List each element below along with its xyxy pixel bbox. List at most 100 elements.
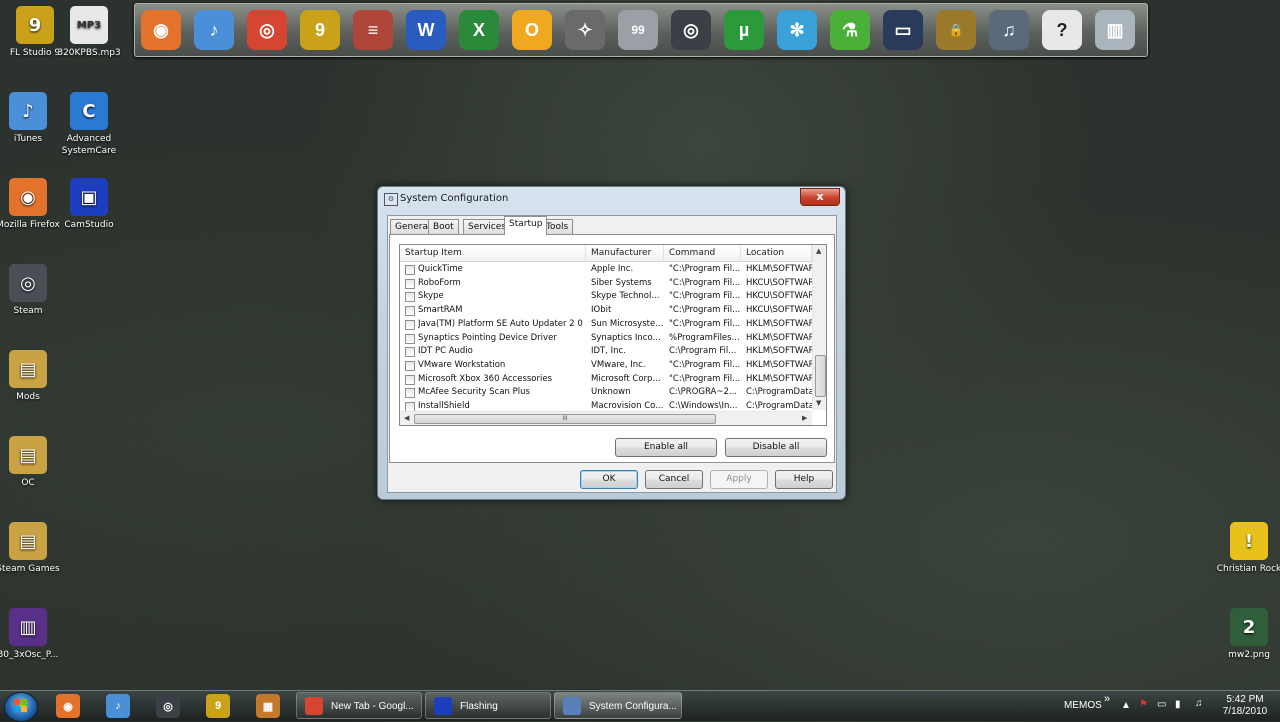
startup-item-checkbox[interactable] [405,265,415,275]
show-hidden-icons-icon[interactable]: ▲ [1121,700,1131,711]
taskbar-button[interactable]: New Tab - Googl... [296,692,422,719]
desktop-icon[interactable]: ▤ Mods [0,350,63,403]
scroll-right-arrow-icon[interactable]: ▶ [802,414,807,422]
column-header-command[interactable]: Command [664,245,741,261]
taskbar-button[interactable]: Flashing [425,692,551,719]
cell-item: IDT PC Audio [418,346,473,357]
dock-monitor-icon[interactable]: ▭ [883,10,923,50]
desktop-icon[interactable]: ▤ Steam Games [0,522,63,575]
dock-utorrent-icon[interactable]: µ [724,10,764,50]
cell-item: McAfee Security Scan Plus [418,387,530,398]
tab-boot[interactable]: Boot [428,219,459,235]
start-button[interactable] [4,692,38,722]
horizontal-scrollbar[interactable]: ◀ III ▶ [400,411,812,425]
dock-compass-icon[interactable]: ✧ [565,10,605,50]
taskbar-steam-icon[interactable]: ◎ [156,694,180,718]
startup-item-checkbox[interactable] [405,388,415,399]
tab-startup[interactable]: Startup [504,216,548,235]
startup-item-row[interactable]: Microsoft Xbox 360 Accessories Microsoft … [400,373,812,387]
action-center-icon[interactable]: ⚑ [1139,699,1148,710]
cell-manufacturer: Siber Systems [591,277,652,288]
network-icon[interactable]: ▮ [1175,699,1181,710]
dock-archive-books-icon[interactable]: ≡ [353,10,393,50]
desktop-icon[interactable]: C Advanced SystemCare [54,92,124,157]
cell-manufacturer: IDT, Inc. [591,346,626,357]
startup-item-row[interactable]: Java(TM) Platform SE Auto Updater 2 0 Sun… [400,318,812,332]
enable-all-button[interactable]: Enable all [615,438,717,457]
vertical-scroll-thumb[interactable] [815,355,826,397]
chevron-icon[interactable]: » [1104,693,1110,705]
startup-item-checkbox[interactable] [405,306,415,317]
window-title: System Configuration [400,193,509,204]
taskbar-fl-studio-icon[interactable]: 9 [206,694,230,718]
taskbar-puzzle-app-icon[interactable]: ▦ [256,694,280,718]
vertical-scrollbar[interactable]: ▲ ▼ [812,245,826,410]
apply-button[interactable]: Apply [710,470,768,489]
volume-icon[interactable]: ♫ [1195,698,1203,709]
disable-all-button[interactable]: Disable all [725,438,827,457]
cell-manufacturer: Sun Microsyste... [591,318,663,329]
dock-fl-studio-icon[interactable]: 9 [300,10,340,50]
desktop-icon[interactable]: MP3 320KPBS.mp3 [54,6,124,59]
desktop-icon[interactable]: 2 mw2.png [1214,608,1280,661]
startup-item-checkbox[interactable] [405,347,415,358]
close-button[interactable]: x [800,188,840,206]
startup-item-row[interactable]: Skype Skype Technol... "C:\Program Fil... H… [400,290,812,304]
dock-flask-icon[interactable]: ⚗ [830,10,870,50]
dock-excel-icon[interactable]: X [459,10,499,50]
dock-padlock-icon[interactable]: 🔒 [936,10,976,50]
startup-item-checkbox[interactable] [405,374,415,385]
startup-item-row[interactable]: QuickTime Apple Inc. "C:\Program Fil... HKL… [400,263,812,277]
dock-music-note-icon[interactable]: ♫ [989,10,1029,50]
scroll-down-arrow-icon[interactable]: ▼ [816,399,821,407]
column-header-startup-item[interactable]: Startup Item [400,245,586,261]
desktop-icon[interactable]: ▣ CamStudio [54,178,124,231]
dock-firefox-icon[interactable]: ◉ [141,10,181,50]
startup-item-checkbox[interactable] [405,319,415,330]
help-button[interactable]: Help [775,470,833,489]
scroll-up-arrow-icon[interactable]: ▲ [816,247,821,255]
desktop-icon[interactable]: ◎ Steam [0,264,63,317]
steam-icon: ◎ [9,264,47,302]
dock-snowflake-icon[interactable]: ✻ [777,10,817,50]
dock-itunes-icon[interactable]: ♪ [194,10,234,50]
startup-item-checkbox[interactable] [405,360,415,371]
startup-item-row[interactable]: McAfee Security Scan Plus Unknown C:\PROGR… [400,386,812,400]
dock-help-icon[interactable]: ? [1042,10,1082,50]
startup-item-row[interactable]: VMware Workstation VMware, Inc. "C:\Progra… [400,359,812,373]
cell-manufacturer: VMware, Inc. [591,359,646,370]
cell-item: Skype [418,291,444,302]
dock-word-icon[interactable]: W [406,10,446,50]
scroll-left-arrow-icon[interactable]: ◀ [404,414,409,422]
chrome-icon [305,697,323,715]
memos-toolbar[interactable]: MEMOS [1064,700,1102,711]
desktop-icon[interactable]: ▥ 30_3xOsc_P... [0,608,63,661]
dock-steam-icon[interactable]: ◎ [671,10,711,50]
ok-button[interactable]: OK [580,470,638,489]
taskbar-button-label: New Tab - Googl... [331,701,414,712]
startup-item-checkbox[interactable] [405,278,415,289]
startup-items-list[interactable]: Startup Item Manufacturer Command Locati… [399,244,827,426]
startup-item-row[interactable]: IDT PC Audio IDT, Inc. C:\Program Fil... HK… [400,345,812,359]
dock-outlook-icon[interactable]: O [512,10,552,50]
cancel-button[interactable]: Cancel [645,470,703,489]
startup-item-row[interactable]: Synaptics Pointing Device Driver Synaptic… [400,332,812,346]
startup-item-row[interactable]: RoboForm Siber Systems "C:\Program Fil... H… [400,277,812,291]
desktop-icon-label: OC [21,478,35,488]
column-header-location[interactable]: Location [741,245,812,261]
dock-monitor-99-icon[interactable]: 99 [618,10,658,50]
desktop-icon[interactable]: ▤ OC [0,436,63,489]
startup-item-checkbox[interactable] [405,292,415,303]
dock-chrome-icon[interactable]: ◎ [247,10,287,50]
taskbar-itunes-icon[interactable]: ♪ [106,694,130,718]
clock[interactable]: 5:42 PM 7/18/2010 [1220,694,1270,718]
device-icon[interactable]: ▭ [1157,699,1166,710]
taskbar-firefox-icon[interactable]: ◉ [56,694,80,718]
column-header-manufacturer[interactable]: Manufacturer [586,245,664,261]
startup-item-checkbox[interactable] [405,333,415,344]
desktop-icon[interactable]: ! Christian Rock [1214,522,1280,575]
horizontal-scroll-thumb[interactable]: III [414,414,716,424]
dock-recycle-bin-icon[interactable]: ▥ [1095,10,1135,50]
taskbar-button[interactable]: System Configura... [554,692,682,719]
startup-item-row[interactable]: SmartRAM IObit "C:\Program Fil... HKCU\SOFT… [400,304,812,318]
